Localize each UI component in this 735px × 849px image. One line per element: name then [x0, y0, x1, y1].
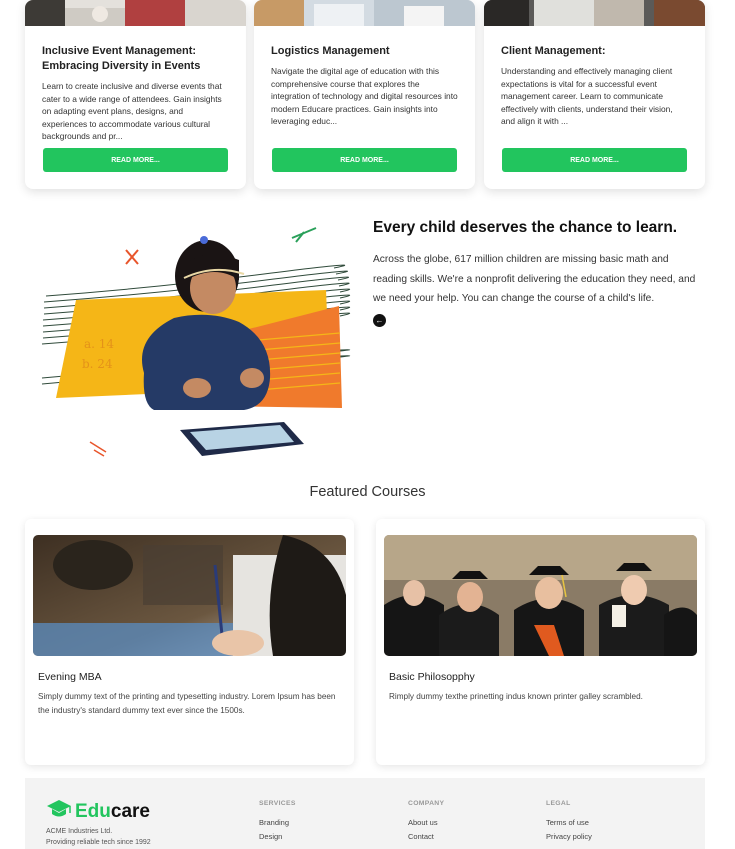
footer-link-design[interactable]: Design	[259, 832, 296, 841]
footer-link-about-us[interactable]: About us	[408, 818, 444, 827]
svg-text:a. 14: a. 14	[84, 337, 114, 351]
read-more-button[interactable]: READ MORE...	[502, 148, 687, 172]
course-card-description: Learn to create inclusive and diverse ev…	[42, 81, 222, 142]
course-card: Inclusive Event Management: Embracing Di…	[25, 0, 246, 189]
course-card-title: Logistics Management	[271, 45, 390, 57]
site-footer: Educare ACME Industries Ltd. Providing r…	[25, 778, 705, 849]
company-tagline: Providing reliable tech since 1992	[46, 839, 151, 846]
hero-illustration: a. 14 b. 24	[34, 218, 354, 463]
course-title: Basic Philosopphy	[389, 671, 475, 683]
footer-column-heading: COMPANY	[408, 800, 445, 807]
footer-link-branding[interactable]: Branding	[259, 818, 296, 827]
course-card: Logistics Management Navigate the digita…	[254, 0, 475, 189]
brand-name: Educare	[75, 801, 150, 823]
footer-link-privacy[interactable]: Privacy policy	[546, 832, 592, 841]
company-info: ACME Industries Ltd. Providing reliable …	[46, 826, 151, 848]
brand-name-suffix: care	[110, 800, 150, 822]
course-description: Rimply dummy texthe prinetting indus kno…	[389, 692, 643, 701]
brand-name-prefix: Edu	[75, 800, 111, 822]
course-card-title: Client Management:	[501, 45, 606, 57]
course-title: Evening MBA	[38, 671, 102, 683]
svg-text:b. 24: b. 24	[82, 357, 113, 371]
graduation-cap-icon	[46, 799, 72, 824]
course-card-image	[484, 0, 705, 26]
footer-link-contact[interactable]: Contact	[408, 832, 444, 841]
footer-column-legal: LEGAL Terms of use Privacy policy	[546, 800, 592, 841]
course-description: Simply dummy text of the printing and ty…	[38, 692, 336, 715]
course-card: Client Management: Understanding and eff…	[484, 0, 705, 189]
featured-course-card[interactable]: Basic Philosopphy Rimply dummy texthe pr…	[376, 519, 705, 765]
footer-link-terms[interactable]: Terms of use	[546, 818, 592, 827]
footer-column-services: SERVICES Branding Design	[259, 800, 296, 841]
footer-column-company: COMPANY About us Contact	[408, 800, 444, 841]
hero-description: Across the globe, 617 million children a…	[373, 254, 696, 305]
featured-course-card[interactable]: Evening MBA Simply dummy text of the pri…	[25, 519, 354, 765]
course-card-description: Navigate the digital age of education wi…	[271, 66, 458, 127]
course-card-description: Understanding and effectively managing c…	[501, 66, 673, 127]
course-card-title: Inclusive Event Management: Embracing Di…	[42, 45, 201, 72]
featured-courses-heading: Featured Courses	[309, 484, 426, 500]
hero-title: Every child deserves the chance to learn…	[373, 219, 678, 236]
arrow-left-icon[interactable]: ←	[373, 314, 386, 327]
read-more-button[interactable]: READ MORE...	[43, 148, 228, 172]
brand-logo[interactable]: Educare	[46, 799, 150, 824]
top-course-cards: Inclusive Event Management: Embracing Di…	[25, 0, 705, 190]
course-photo	[33, 535, 346, 656]
footer-column-heading: SERVICES	[259, 800, 296, 807]
footer-column-heading: LEGAL	[546, 800, 571, 807]
course-photo	[384, 535, 697, 656]
company-name: ACME Industries Ltd.	[46, 828, 113, 835]
course-card-image	[254, 0, 475, 26]
read-more-button[interactable]: READ MORE...	[272, 148, 457, 172]
course-card-image	[25, 0, 246, 26]
